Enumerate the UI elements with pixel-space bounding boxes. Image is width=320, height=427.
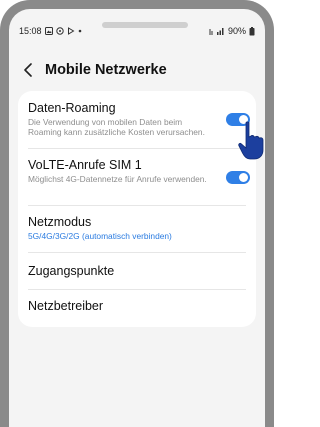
page-header: Mobile Netzwerke	[19, 57, 167, 83]
setting-title: Daten-Roaming	[28, 101, 116, 115]
battery-icon	[249, 26, 255, 36]
settings-card: Daten-Roaming Die Verwendung von mobilen…	[18, 91, 256, 327]
setting-title: Zugangspunkte	[28, 264, 115, 278]
divider	[28, 148, 246, 149]
setting-subtitle: Möglichst 4G-Datennetze für Anrufe verwe…	[28, 174, 207, 184]
dot-icon	[78, 29, 82, 33]
divider	[28, 289, 246, 290]
pointing-hand-icon	[237, 121, 265, 166]
chevron-left-icon[interactable]	[19, 61, 37, 79]
setting-title: Netzbetreiber	[28, 299, 104, 313]
volte-toggle[interactable]	[226, 171, 250, 184]
setting-volte[interactable]: VoLTE-Anrufe SIM 1 Möglichst 4G-Datennet…	[28, 158, 214, 184]
signal-icon	[209, 27, 225, 35]
setting-subtitle: Die Verwendung von mobilen Daten beim Ro…	[28, 117, 205, 137]
status-bar: 15:08 90%	[19, 23, 255, 39]
divider	[28, 252, 246, 253]
setting-network-mode[interactable]: Netzmodus 5G/4G/3G/2G (automatisch verbi…	[28, 215, 246, 241]
setting-network-operators[interactable]: Netzbetreiber	[28, 299, 246, 313]
phone-frame: 15:08 90% Mobile Netzwerke Daten-Roaming…	[0, 0, 274, 427]
status-time: 15:08	[19, 26, 42, 36]
divider	[28, 205, 246, 206]
page-title: Mobile Netzwerke	[45, 62, 167, 78]
battery-text: 90%	[227, 26, 246, 36]
whatsapp-icon	[55, 27, 64, 35]
play-icon	[67, 27, 75, 35]
gallery-icon	[44, 27, 53, 35]
setting-title: VoLTE-Anrufe SIM 1	[28, 158, 142, 172]
setting-value: 5G/4G/3G/2G (automatisch verbinden)	[28, 231, 172, 241]
setting-data-roaming[interactable]: Daten-Roaming Die Verwendung von mobilen…	[28, 101, 214, 137]
setting-title: Netzmodus	[28, 215, 92, 229]
setting-access-points[interactable]: Zugangspunkte	[28, 264, 246, 278]
